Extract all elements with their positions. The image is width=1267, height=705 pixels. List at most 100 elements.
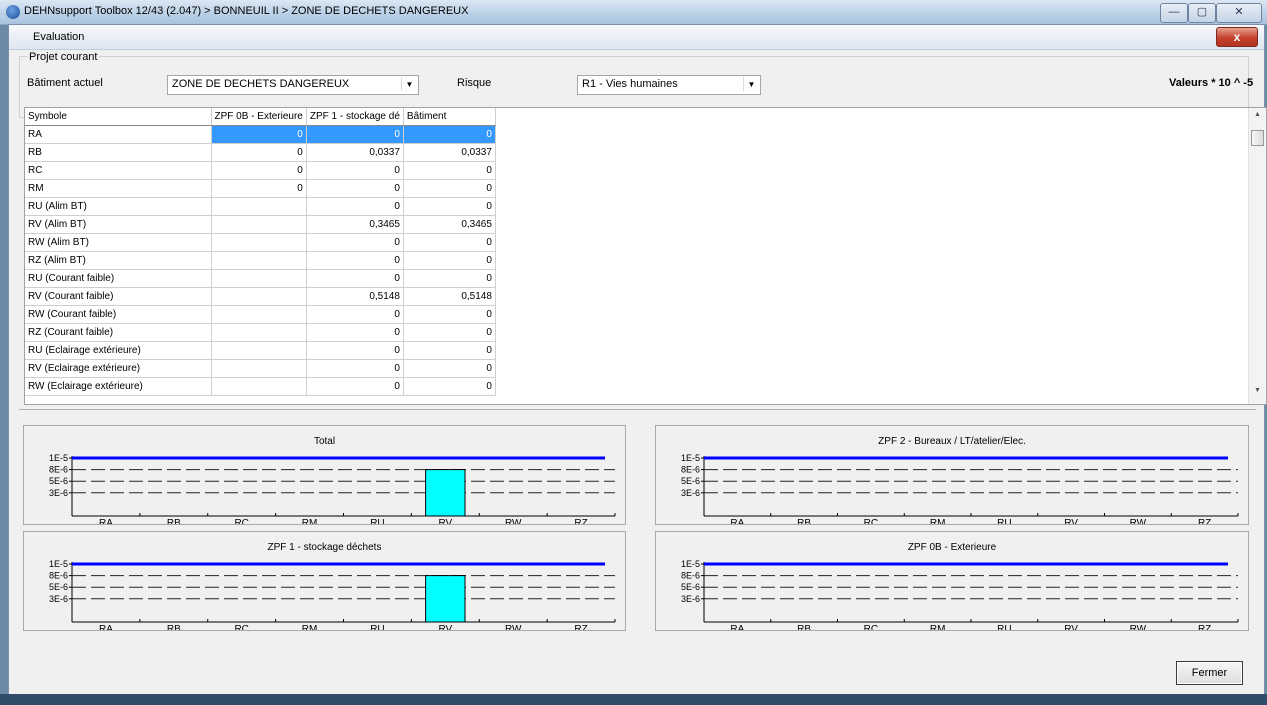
symbol-cell[interactable]: RV (Alim BT) [25, 215, 212, 234]
value-cell[interactable] [211, 323, 307, 342]
x-tick-label: RV [1064, 518, 1078, 524]
app-close-button[interactable]: ✕ [1216, 3, 1262, 23]
symbol-cell[interactable]: RW (Alim BT) [25, 233, 212, 252]
value-cell[interactable]: 0,3465 [403, 215, 496, 234]
value-cell[interactable]: 0 [306, 359, 404, 378]
grid-vertical-scrollbar[interactable]: ▲ ▼ [1248, 108, 1266, 404]
minimize-button[interactable]: — [1160, 3, 1188, 23]
table-row[interactable]: RZ (Alim BT) 0 0 [25, 251, 496, 270]
value-cell[interactable]: 0 [306, 377, 404, 396]
table-row[interactable]: RW (Eclairage extérieure) 0 0 [25, 377, 496, 396]
value-cell[interactable]: 0 [306, 161, 404, 180]
close-dialog-button[interactable]: Fermer [1176, 661, 1243, 685]
symbol-cell[interactable]: RW (Eclairage extérieure) [25, 377, 212, 396]
value-cell[interactable]: 0 [306, 251, 404, 270]
value-cell[interactable]: 0 [306, 269, 404, 288]
value-cell[interactable]: 0 [403, 359, 496, 378]
value-cell[interactable]: 0 [403, 305, 496, 324]
value-cell[interactable] [211, 359, 307, 378]
symbol-cell[interactable]: RB [25, 143, 212, 162]
value-cell[interactable]: 0 [306, 125, 404, 144]
results-grid[interactable]: Symbole ZPF 0B - Exterieure ZPF 1 - stoc… [24, 107, 1267, 405]
value-cell[interactable] [211, 233, 307, 252]
symbol-cell[interactable]: RU (Courant faible) [25, 269, 212, 288]
value-cell[interactable]: 0 [403, 251, 496, 270]
table-row[interactable]: RU (Alim BT) 0 0 [25, 197, 496, 216]
column-header[interactable]: Symbole [25, 108, 212, 126]
building-select[interactable]: ZONE DE DECHETS DANGEREUX ▼ [167, 75, 419, 95]
table-row[interactable]: RC 0 0 0 [25, 161, 496, 180]
value-cell[interactable] [211, 341, 307, 360]
value-cell[interactable]: 0 [306, 179, 404, 198]
value-cell[interactable]: 0 [403, 125, 496, 144]
table-row[interactable]: RU (Courant faible) 0 0 [25, 269, 496, 288]
value-cell[interactable]: 0 [211, 143, 307, 162]
dialog-close-button[interactable]: x [1216, 27, 1258, 47]
value-cell[interactable]: 0,0337 [403, 143, 496, 162]
column-header[interactable]: ZPF 0B - Exterieure [211, 108, 307, 126]
value-cell[interactable] [211, 305, 307, 324]
value-cell[interactable]: 0 [306, 305, 404, 324]
column-header[interactable]: ZPF 1 - stockage dé [306, 108, 404, 126]
risk-select[interactable]: R1 - Vies humaines ▼ [577, 75, 761, 95]
value-cell[interactable]: 0 [403, 377, 496, 396]
table-row[interactable]: RB 0 0,0337 0,0337 [25, 143, 496, 162]
table-row[interactable]: RU (Eclairage extérieure) 0 0 [25, 341, 496, 360]
value-cell[interactable]: 0 [403, 179, 496, 198]
value-cell[interactable] [211, 251, 307, 270]
value-cell[interactable]: 0 [403, 197, 496, 216]
scroll-down-icon[interactable]: ▼ [1249, 387, 1266, 401]
value-cell[interactable]: 0 [306, 323, 404, 342]
table-row[interactable]: RW (Alim BT) 0 0 [25, 233, 496, 252]
value-cell[interactable]: 0 [306, 233, 404, 252]
value-cell[interactable]: 0 [211, 161, 307, 180]
symbol-cell[interactable]: RV (Eclairage extérieure) [25, 359, 212, 378]
value-cell[interactable]: 0 [403, 161, 496, 180]
column-header[interactable]: Bâtiment [403, 108, 496, 126]
scroll-thumb[interactable] [1251, 130, 1264, 146]
value-cell[interactable] [211, 197, 307, 216]
x-tick-label: RW [1130, 518, 1147, 524]
value-cell[interactable]: 0,5148 [403, 287, 496, 306]
table-row[interactable]: RA 0 0 0 [25, 125, 496, 144]
chevron-down-icon[interactable]: ▼ [401, 77, 417, 91]
value-cell[interactable]: 0 [403, 323, 496, 342]
value-cell[interactable]: 0 [403, 269, 496, 288]
value-cell[interactable] [211, 269, 307, 288]
current-project-label: Projet courant [27, 51, 100, 63]
value-cell[interactable]: 0,3465 [306, 215, 404, 234]
symbol-cell[interactable]: RW (Courant faible) [25, 305, 212, 324]
value-cell[interactable]: 0 [403, 341, 496, 360]
value-cell[interactable]: 0 [306, 341, 404, 360]
value-cell[interactable] [211, 215, 307, 234]
splitter[interactable] [19, 409, 1256, 410]
scroll-up-icon[interactable]: ▲ [1249, 111, 1266, 125]
symbol-cell[interactable]: RU (Eclairage extérieure) [25, 341, 212, 360]
table-row[interactable]: RM 0 0 0 [25, 179, 496, 198]
symbol-cell[interactable]: RZ (Alim BT) [25, 251, 212, 270]
symbol-cell[interactable]: RZ (Courant faible) [25, 323, 212, 342]
value-cell[interactable]: 0,0337 [306, 143, 404, 162]
x-tick-label: RC [234, 518, 248, 524]
table-row[interactable]: RV (Courant faible) 0,5148 0,5148 [25, 287, 496, 306]
value-cell[interactable]: 0,5148 [306, 287, 404, 306]
symbol-cell[interactable]: RV (Courant faible) [25, 287, 212, 306]
symbol-cell[interactable]: RM [25, 179, 212, 198]
value-cell[interactable] [211, 287, 307, 306]
symbol-cell[interactable]: RC [25, 161, 212, 180]
chevron-down-icon[interactable]: ▼ [743, 77, 759, 91]
y-tick-label: 1E-5 [681, 559, 700, 569]
table-row[interactable]: RV (Eclairage extérieure) 0 0 [25, 359, 496, 378]
table-row[interactable]: RW (Courant faible) 0 0 [25, 305, 496, 324]
table-row[interactable]: RV (Alim BT) 0,3465 0,3465 [25, 215, 496, 234]
value-cell[interactable]: 0 [306, 197, 404, 216]
value-cell[interactable]: 0 [211, 179, 307, 198]
value-cell[interactable] [211, 377, 307, 396]
chart-svg: 1E-5 8E-65E-6 3E-6 RA RB RC RM RU RV RW RZ [49, 453, 616, 524]
value-cell[interactable]: 0 [211, 125, 307, 144]
maximize-button[interactable]: ▢ [1188, 3, 1216, 23]
value-cell[interactable]: 0 [403, 233, 496, 252]
symbol-cell[interactable]: RU (Alim BT) [25, 197, 212, 216]
symbol-cell[interactable]: RA [25, 125, 212, 144]
table-row[interactable]: RZ (Courant faible) 0 0 [25, 323, 496, 342]
